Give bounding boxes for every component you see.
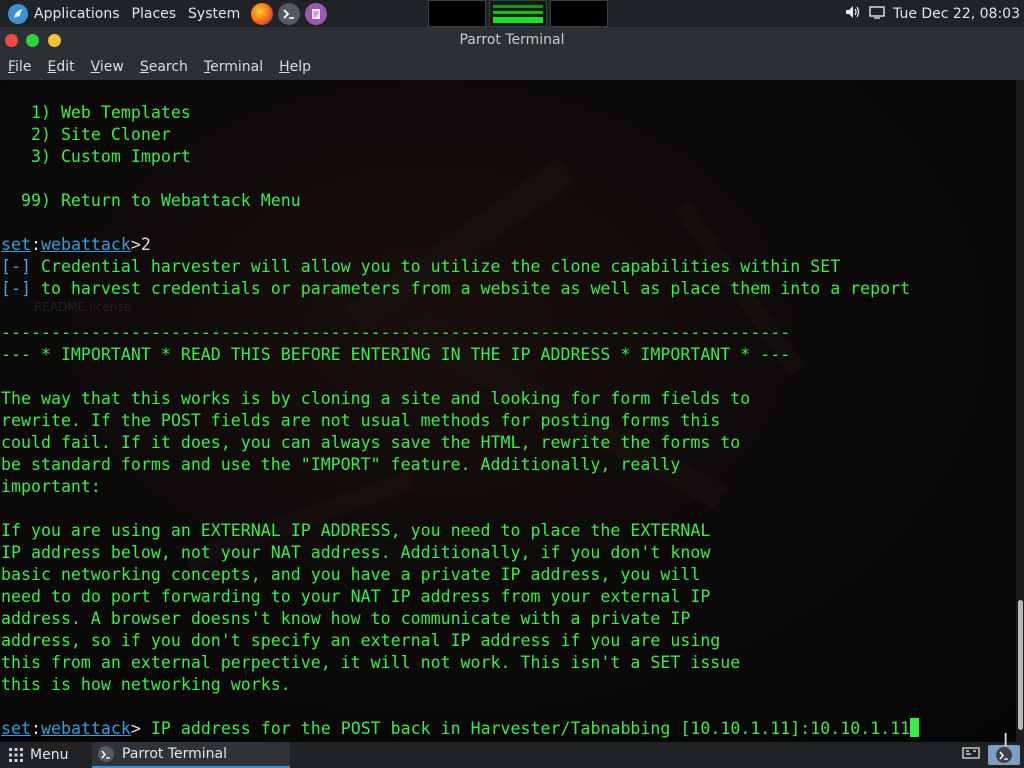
prompt-set: set: [1, 719, 31, 738]
applications-label: Applications: [34, 5, 120, 22]
paragraph-line: this is how networking works.: [1, 675, 291, 694]
top-panel: Applications Places System Tue Dec 22, 0…: [0, 0, 1024, 27]
paragraph-line: IP address below, not your NAT address. …: [1, 543, 711, 562]
workspace-switcher: [428, 0, 608, 27]
taskbar-item-label: Parrot Terminal: [122, 746, 228, 762]
bottom-menu-label: Menu: [30, 747, 69, 763]
workspace-3[interactable]: [550, 0, 608, 27]
paragraph-line: need to do port forwarding to your NAT I…: [1, 587, 711, 606]
menu-edit-mnemonic: E: [47, 59, 57, 75]
mouse-ibeam-cursor-icon: I: [1003, 730, 1009, 751]
menu-option-1: 1) Web Templates: [1, 103, 191, 122]
applications-menu[interactable]: Applications: [0, 0, 126, 27]
prompt-gt: >: [130, 719, 141, 738]
menu-file-mnemonic: F: [8, 59, 16, 75]
info-line: Credential harvester will allow you to u…: [30, 257, 841, 276]
text-editor-launcher-icon[interactable]: [305, 2, 328, 25]
paragraph-line: If you are using an EXTERNAL IP ADDRESS,…: [1, 521, 711, 540]
prompt-module: webattack: [40, 719, 131, 738]
bottom-menu-button[interactable]: Menu: [8, 742, 68, 768]
places-menu[interactable]: Places: [126, 0, 183, 27]
prompt-question: IP address for the POST back in Harveste…: [140, 719, 811, 738]
menu-option-99: 99) Return to Webattack Menu: [1, 191, 301, 210]
menu-file[interactable]: File: [0, 54, 39, 80]
menu-edit[interactable]: Edit: [39, 54, 82, 80]
terminal-scrollbar[interactable]: [1016, 80, 1024, 742]
menu-help[interactable]: Help: [271, 54, 319, 80]
places-label: Places: [131, 5, 177, 22]
terminal-area[interactable]: README.license 1) Web Templates 2) Site …: [0, 80, 1024, 742]
menu-view[interactable]: View: [83, 54, 132, 80]
menu-option-2: 2) Site Cloner: [1, 125, 171, 144]
paragraph-line: this from an external perpective, it wil…: [1, 653, 741, 672]
display-icon[interactable]: [869, 5, 885, 23]
menu-file-label: ile: [15, 59, 32, 75]
important-banner: --- * IMPORTANT * READ THIS BEFORE ENTER…: [1, 345, 791, 364]
info-line: to harvest credentials or parameters fro…: [30, 279, 911, 298]
prompt-module: webattack: [40, 235, 131, 254]
info-tag: [-]: [1, 279, 31, 298]
paragraph-line: be standard forms and use the "IMPORT" f…: [1, 455, 681, 474]
prompt-input: 2: [140, 235, 151, 254]
window-title: Parrot Terminal: [459, 32, 565, 48]
firefox-launcher-icon[interactable]: [251, 2, 274, 25]
text-cursor: [910, 718, 920, 737]
menu-edit-label: dit: [56, 59, 75, 75]
menu-search-label: earch: [148, 59, 188, 75]
menu-view-mnemonic: V: [90, 59, 100, 75]
menu-search-mnemonic: S: [139, 59, 149, 75]
separator-rule: ----------------------------------------…: [1, 323, 791, 342]
parrot-logo-icon: [8, 3, 28, 24]
prompt-set: set: [1, 235, 31, 254]
menu-help-mnemonic: H: [279, 59, 290, 75]
prompt-gt: >: [130, 235, 141, 254]
menu-bar: File Edit View Search Terminal Help: [0, 54, 1024, 81]
terminal-output: 1) Web Templates 2) Site Cloner 3) Custo…: [1, 102, 920, 740]
clock[interactable]: Tue Dec 22, 08:03: [893, 6, 1020, 22]
bottom-panel: Menu Parrot Terminal: [0, 742, 1024, 768]
taskbar-item-parrot-terminal[interactable]: Parrot Terminal: [92, 742, 290, 768]
paragraph-line: basic networking concepts, and you have …: [1, 565, 701, 584]
network-icon[interactable]: [962, 746, 980, 764]
paragraph-line: important:: [1, 477, 101, 496]
prompt-colon: :: [30, 719, 41, 738]
menu-terminal-label: erminal: [210, 59, 264, 75]
prompt-colon: :: [30, 235, 41, 254]
workspace-2[interactable]: [489, 0, 547, 27]
menu-terminal[interactable]: Terminal: [196, 54, 271, 80]
volume-icon[interactable]: [845, 5, 861, 23]
grid-icon: [9, 748, 23, 762]
window-title-bar[interactable]: Parrot Terminal: [0, 27, 1024, 54]
info-tag: [-]: [1, 257, 31, 276]
paragraph-line: rewrite. If the POST fields are not usua…: [1, 411, 721, 430]
paragraph-line: address. A browser doesns't know how to …: [1, 609, 691, 628]
system-menu[interactable]: System: [182, 0, 246, 27]
menu-option-3: 3) Custom Import: [1, 147, 191, 166]
terminal-icon: [98, 746, 114, 762]
scrollbar-thumb[interactable]: [1018, 600, 1023, 730]
menu-help-label: elp: [289, 59, 312, 75]
menu-view-label: iew: [99, 59, 124, 75]
paragraph-line: The way that this works is by cloning a …: [1, 389, 751, 408]
system-label: System: [188, 5, 241, 22]
terminal-launcher-icon[interactable]: [278, 2, 301, 25]
prompt-input[interactable]: 10.10.1.11: [810, 719, 910, 738]
paragraph-line: could fail. If it does, you can always s…: [1, 433, 741, 452]
menu-search[interactable]: Search: [132, 54, 196, 80]
workspace-1[interactable]: [428, 0, 486, 27]
paragraph-line: address, so if you don't specify an exte…: [1, 631, 721, 650]
